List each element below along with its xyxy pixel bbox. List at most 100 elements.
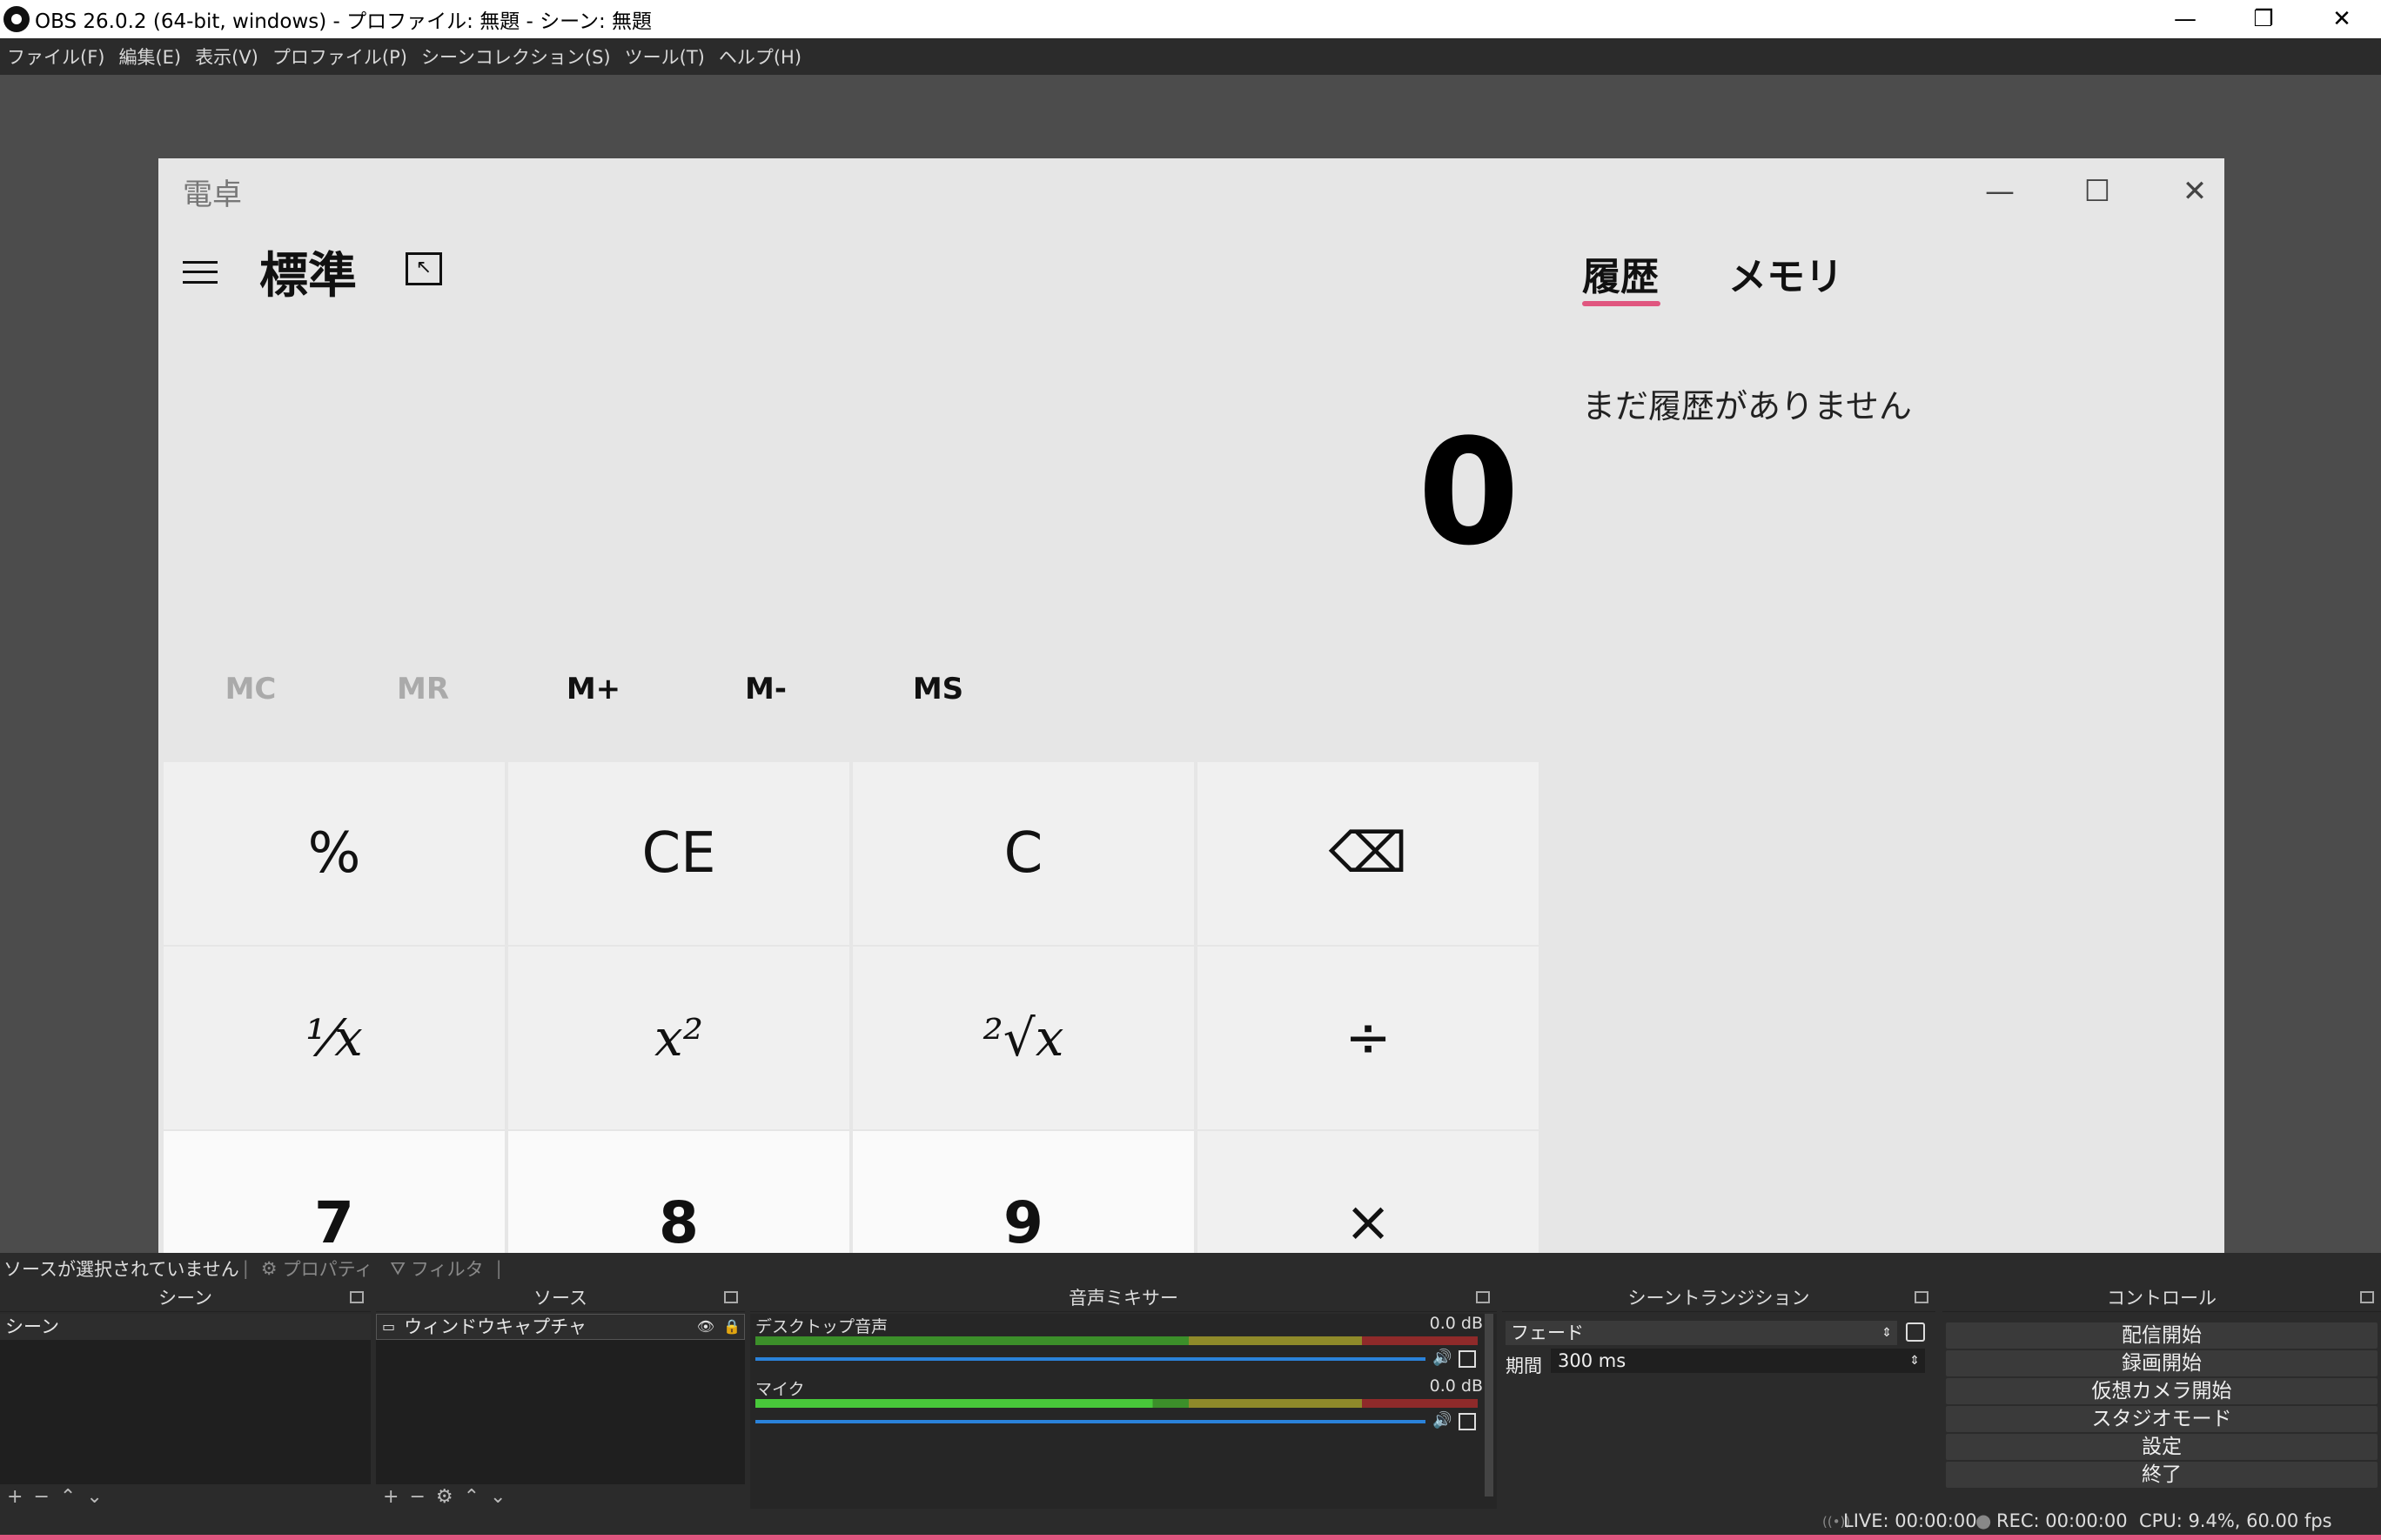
volume-meter [755, 1336, 1478, 1345]
hamburger-menu-icon [183, 261, 218, 284]
menu-file[interactable]: ファイル(F) [0, 44, 111, 70]
scenes-dock: シーン シーン + − ⌃ ⌄ [0, 1284, 371, 1509]
mixer-channels: デスクトップ音声 0.0 dB 🔊 マイク 0.0 dB 🔊 [750, 1314, 1497, 1509]
audio-mixer-dock-header: 音声ミキサー [750, 1284, 1497, 1312]
backspace-icon: ⌫ [1197, 762, 1539, 945]
channel-db: 0.0 dB [1429, 1376, 1483, 1396]
menu-help[interactable]: ヘルプ(H) [712, 44, 808, 70]
memory-recall-button: MR [396, 672, 449, 706]
menu-edit[interactable]: 編集(E) [111, 44, 188, 70]
clear-key: C [853, 762, 1194, 945]
move-up-button[interactable]: ⌃ [60, 1486, 76, 1508]
preview-canvas[interactable]: 電卓 — ☐ ✕ 標準 ↖ 0 MC MR M+ M- MS % CE C ⌫ … [0, 75, 2381, 1319]
memory-store-button: MS [912, 672, 964, 706]
volume-slider[interactable] [755, 1420, 1425, 1423]
scenes-toolbar: + − ⌃ ⌄ [0, 1484, 371, 1509]
start-virtual-camera-button[interactable]: 仮想カメラ開始 [1946, 1378, 2378, 1404]
undock-icon[interactable] [350, 1291, 364, 1303]
start-recording-button[interactable]: 録画開始 [1946, 1350, 2378, 1376]
separator: | [495, 1258, 502, 1279]
move-down-button[interactable]: ⌄ [490, 1486, 506, 1508]
undock-icon[interactable] [1476, 1291, 1490, 1303]
square-root-key: ²√x [853, 947, 1194, 1129]
gear-icon: ⚙ [260, 1258, 278, 1279]
properties-label: プロパティ [282, 1259, 373, 1280]
properties-button[interactable]: ⚙ プロパティ [252, 1255, 382, 1282]
controls-dock: コントロール 配信開始 録画開始 仮想カメラ開始 スタジオモード 設定 終了 [1942, 1284, 2381, 1509]
studio-mode-button[interactable]: スタジオモード [1946, 1406, 2378, 1432]
dock-area: シーン シーン + − ⌃ ⌄ ソース ▭ ウィンドウキャプチャ 👁 🔒 + −… [0, 1284, 2381, 1509]
memory-subtract-button: M- [745, 672, 787, 706]
menu-profile[interactable]: プロファイル(P) [265, 44, 414, 70]
channel-name: マイク [755, 1380, 805, 1399]
duration-label: 期間 [1506, 1356, 1542, 1376]
keep-on-top-icon: ↖ [406, 252, 442, 285]
tab-memory: メモリ [1728, 255, 1843, 299]
controls-buttons: 配信開始 録画開始 仮想カメラ開始 スタジオモード 設定 終了 [1942, 1321, 2381, 1490]
filters-label: フィルタ [411, 1259, 484, 1280]
channel-settings-icon[interactable] [1459, 1350, 1476, 1368]
volume-slider[interactable] [755, 1357, 1425, 1361]
cpu-fps: CPU: 9.4%, 60.00 fps [2139, 1510, 2332, 1531]
lock-icon[interactable]: 🔒 [723, 1314, 744, 1340]
menu-bar: ファイル(F) 編集(E) 表示(V) プロファイル(P) シーンコレクション(… [0, 38, 2381, 75]
settings-button[interactable]: 設定 [1946, 1434, 2378, 1460]
remove-scene-button[interactable]: − [33, 1486, 49, 1508]
start-streaming-button[interactable]: 配信開始 [1946, 1322, 2378, 1349]
move-down-button[interactable]: ⌄ [86, 1486, 102, 1508]
menu-view[interactable]: 表示(V) [188, 44, 265, 70]
scene-transitions-dock-title: シーントランジション [1627, 1288, 1810, 1309]
volume-meter [755, 1399, 1478, 1408]
channel-settings-icon[interactable] [1459, 1413, 1476, 1430]
square-key: x² [508, 947, 849, 1129]
clear-entry-key: CE [508, 762, 849, 945]
menu-scene-collection[interactable]: シーンコレクション(S) [414, 44, 618, 70]
duration-spinbox[interactable]: 300 ms ⇕ [1551, 1349, 1925, 1373]
window-title: OBS 26.0.2 (64-bit, windows) - プロファイル: 無… [35, 10, 653, 33]
tab-active-indicator [1582, 301, 1660, 306]
list-item[interactable]: ▭ ウィンドウキャプチャ 👁 🔒 [376, 1314, 745, 1340]
exit-button[interactable]: 終了 [1946, 1462, 2378, 1488]
undock-icon[interactable] [724, 1291, 738, 1303]
undock-icon[interactable] [1915, 1291, 1928, 1303]
scenes-list[interactable]: シーン [0, 1314, 371, 1484]
close-button[interactable]: ✕ [2303, 0, 2381, 38]
duration-value: 300 ms [1558, 1350, 1626, 1371]
source-properties-gear-icon[interactable]: ⚙ [436, 1486, 453, 1508]
calculator-mode: 標準 [259, 248, 357, 305]
transition-settings-icon[interactable] [1906, 1322, 1925, 1342]
channel-name: デスクトップ音声 [755, 1317, 889, 1336]
calc-minimize-icon: — [1985, 174, 2015, 209]
transition-select[interactable]: フェード ⇕ [1506, 1321, 1897, 1345]
chevron-updown-icon: ⇕ [1881, 1326, 1892, 1340]
sources-dock-header: ソース [376, 1284, 745, 1312]
sources-list[interactable]: ▭ ウィンドウキャプチャ 👁 🔒 [376, 1314, 745, 1484]
transition-type: フェード [1511, 1322, 1584, 1343]
move-up-button[interactable]: ⌃ [464, 1486, 480, 1508]
speaker-icon[interactable]: 🔊 [1432, 1349, 1452, 1367]
bottom-accent-line [0, 1535, 2381, 1540]
scene-transitions-dock: シーントランジション フェード ⇕ 期間 300 ms ⇕ [1502, 1284, 1935, 1509]
list-item[interactable]: シーン [0, 1314, 371, 1340]
filters-button[interactable]: ⛛ フィルタ [381, 1255, 492, 1282]
menu-tools[interactable]: ツール(T) [618, 44, 712, 70]
live-time: LIVE: 00:00:00 [1843, 1510, 1977, 1531]
restore-button[interactable]: ❐ [2224, 0, 2303, 38]
calculator-display: 0 [1418, 407, 1519, 578]
undock-icon[interactable] [2360, 1291, 2374, 1303]
window-capture-icon: ▭ [382, 1318, 396, 1335]
add-scene-button[interactable]: + [7, 1486, 23, 1508]
visibility-eye-icon[interactable]: 👁 [697, 1314, 714, 1340]
scene-transitions-dock-header: シーントランジション [1502, 1284, 1935, 1312]
separator: | [242, 1258, 249, 1279]
status-bar: ((•)) LIVE: 00:00:00 ● REC: 00:00:00 CPU… [0, 1509, 2381, 1535]
percent-key: % [164, 762, 505, 945]
remove-source-button[interactable]: − [409, 1486, 425, 1508]
calc-close-icon: ✕ [2182, 174, 2208, 209]
minimize-button[interactable]: — [2146, 0, 2224, 38]
add-source-button[interactable]: + [383, 1486, 399, 1508]
reciprocal-key: ¹⁄x [164, 947, 505, 1129]
speaker-icon[interactable]: 🔊 [1432, 1411, 1452, 1430]
spin-arrows-icon[interactable]: ⇕ [1909, 1349, 1920, 1373]
mixer-scrollbar[interactable] [1485, 1314, 1493, 1496]
